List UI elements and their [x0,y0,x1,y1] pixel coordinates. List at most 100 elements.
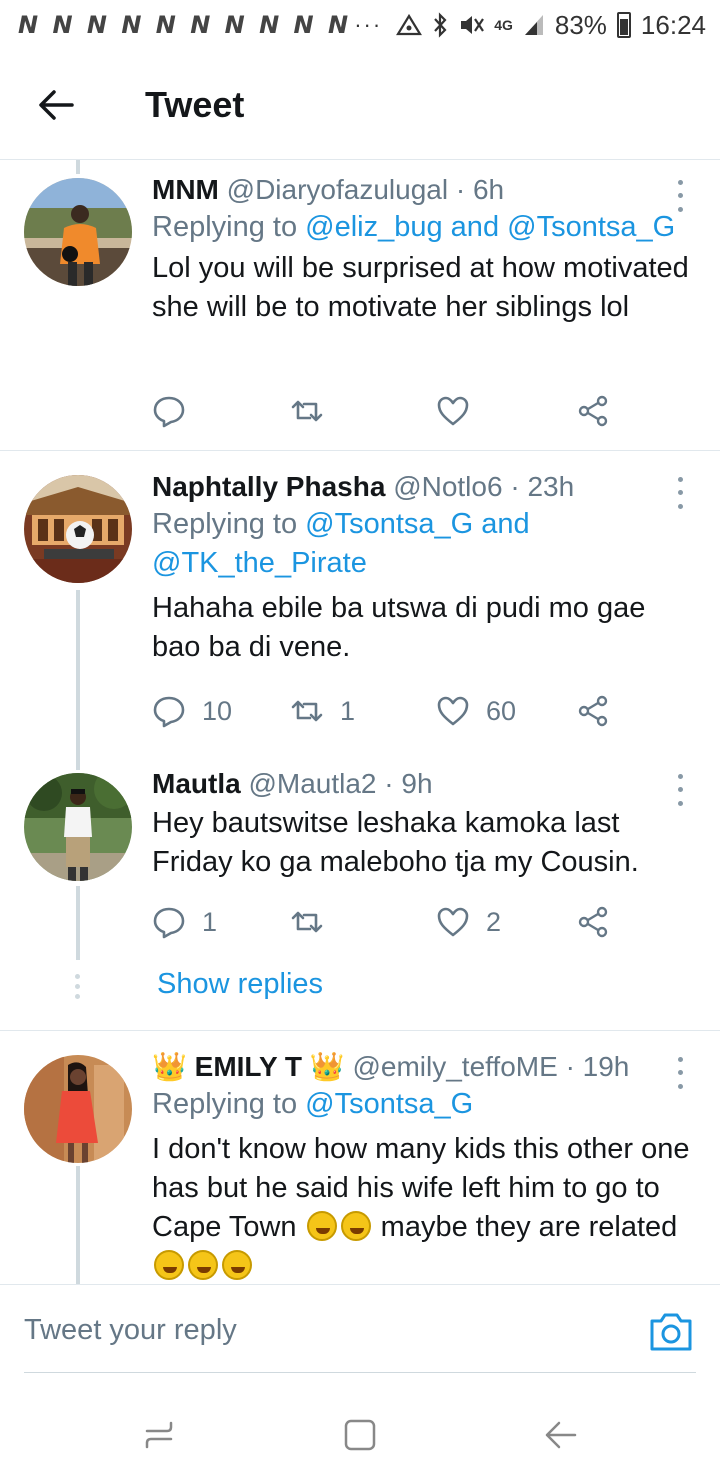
tweet-time: · 6h [455,174,505,205]
replying-and: and [442,211,508,243]
author-name[interactable]: MNM [152,174,219,205]
reply-icon [153,396,185,428]
nav-back-icon [545,1421,577,1449]
rolling-laughing-emoji-icon [306,1211,337,1241]
mention-link[interactable]: @Tsontsa_G [305,508,473,540]
tweet-time: · 23h [510,471,575,502]
tweet-text-part: maybe they are related [372,1211,678,1243]
replying-to: Replying to @eliz_bug and @Tsontsa_G [152,208,690,247]
system-nav-bar [0,1390,720,1480]
nav-back-button[interactable] [538,1412,584,1458]
crown-icon: 👑 [309,1051,345,1082]
reply-compose-bar [0,1284,720,1376]
like-button[interactable]: 60 [436,691,516,731]
reply-feed[interactable]: MNM @Diaryofazulugal · 6h Replying to @e… [0,160,720,1284]
network-type: 4G [494,17,513,33]
battery-percent: 83% [554,9,607,40]
tweet-item[interactable]: Naphtally Phasha @Notlo6 · 23h Replying … [0,451,720,751]
tweet-actions [152,391,622,431]
author-name[interactable]: EMILY T [195,1051,302,1082]
recents-button[interactable] [136,1412,182,1458]
share-button[interactable] [576,902,610,942]
notification-icons: N N N N N N N N N N [18,11,352,39]
more-options-button[interactable] [670,1053,690,1093]
like-icon [437,396,469,426]
tweet-item[interactable]: 👑 EMILY T 👑 @emily_teffoME · 19h Replyin… [0,1031,720,1284]
tweet-item[interactable]: MNM @Diaryofazulugal · 6h Replying to @e… [0,160,720,450]
like-icon [437,696,469,726]
share-icon [578,395,608,427]
replying-to: Replying to @Tsontsa_G [152,1085,690,1124]
author-handle[interactable]: @Diaryofazulugal [227,174,448,205]
back-button[interactable] [0,50,112,160]
replying-to-label: Replying to [152,211,306,243]
like-count: 60 [486,695,517,726]
replying-to: Replying to @Tsontsa_G and @TK_the_Pirat… [152,505,690,583]
back-arrow-icon [39,89,74,120]
retweet-icon [291,911,323,933]
rolling-laughing-emoji-icon [222,1250,252,1280]
top-app-bar: Tweet [0,50,720,160]
like-button[interactable]: 2 [436,902,501,942]
compose-underline [24,1372,696,1373]
mention-link[interactable]: @Tsontsa_G [305,1088,473,1120]
rolling-laughing-emoji-icon [340,1211,371,1241]
reply-icon [153,907,185,939]
avatar[interactable] [24,475,132,583]
avatar[interactable] [24,773,132,881]
author-name[interactable]: Naphtally Phasha [152,471,385,502]
more-vertical-icon [677,180,683,186]
reply-button[interactable]: 10 [152,691,232,731]
reply-input[interactable] [24,1285,624,1375]
mute-icon [458,13,485,37]
reply-count: 10 [202,695,233,726]
home-button[interactable] [337,1412,383,1458]
mention-link[interactable]: @eliz_bug [305,211,442,243]
avatar[interactable] [24,178,132,286]
author-handle[interactable]: @emily_teffoME [352,1051,557,1082]
tweet-content: Mautla @Mautla2 · 9h Hey bautswitse lesh… [152,766,690,882]
like-count: 2 [486,906,502,937]
author-name[interactable]: Mautla [152,768,241,799]
retweet-icon [291,400,323,422]
show-replies-link[interactable]: Show replies [157,968,323,1001]
retweet-button[interactable] [290,902,340,942]
replying-and: and [473,508,530,540]
more-options-button[interactable] [670,473,690,513]
more-vertical-icon [677,774,683,780]
battery-icon [616,12,631,38]
mention-link[interactable]: @Tsontsa_G [507,211,675,243]
tweet-text: Hey bautswitse leshaka kamoka last Frida… [152,807,639,878]
author-handle[interactable]: @Mautla2 [248,768,376,799]
page-title: Tweet [145,83,245,125]
rolling-laughing-emoji-icon [188,1250,218,1280]
replying-to-label: Replying to [152,508,306,540]
tweet-text: Lol you will be surprised at how motivat… [152,252,689,323]
share-button[interactable] [576,691,610,731]
crown-icon: 👑 [152,1051,187,1082]
share-icon [578,695,608,727]
camera-button[interactable] [648,1309,694,1353]
mention-link[interactable]: @TK_the_Pirate [152,547,367,579]
tweet-text: Hahaha ebile ba utswa di pudi mo gae bao… [152,592,646,663]
like-icon [437,907,469,937]
more-options-button[interactable] [670,176,690,216]
thread-connector [75,974,81,999]
like-button[interactable] [436,391,486,431]
bluetooth-icon [432,12,448,38]
reply-button[interactable]: 1 [152,902,217,942]
share-button[interactable] [576,391,610,431]
reply-icon [153,696,185,728]
retweet-button[interactable] [290,391,340,431]
reply-count: 1 [202,906,218,937]
avatar[interactable] [24,1055,132,1163]
author-handle[interactable]: @Notlo6 [393,471,502,502]
recents-icon [145,1421,173,1449]
tweet-time: · 9h [384,768,433,799]
more-options-button[interactable] [670,770,690,810]
more-vertical-icon [677,477,683,483]
clock: 16:24 [640,9,706,40]
more-notifications-icon: ··· [354,12,383,37]
retweet-button[interactable]: 1 [290,691,355,731]
reply-button[interactable] [152,391,202,431]
